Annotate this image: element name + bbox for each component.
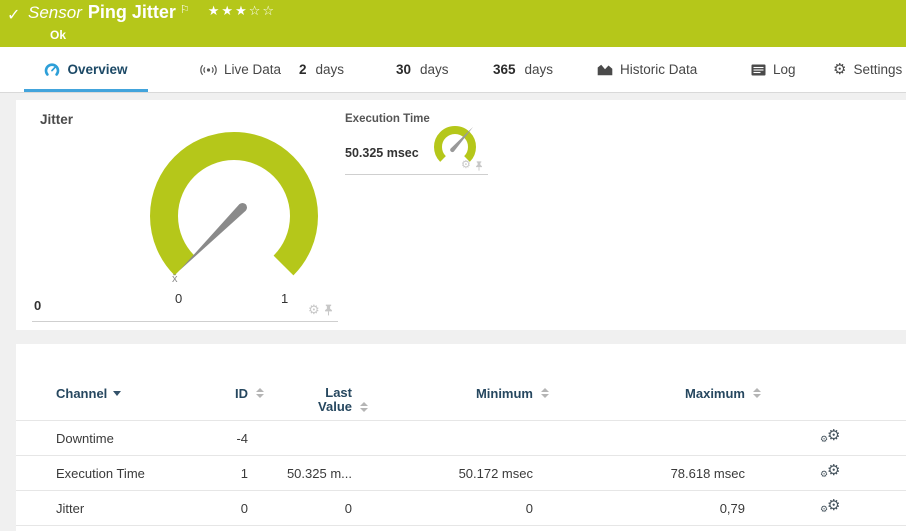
stars-filled: ★★★ [207, 3, 249, 18]
stars-empty: ☆☆ [248, 3, 277, 18]
jitter-current-value: 0 [34, 298, 42, 313]
sensor-title-line: Sensor Ping Jitter ⚐ ★★★☆☆ [28, 2, 276, 23]
live-data-icon [200, 64, 217, 75]
sort-icon[interactable] [753, 388, 761, 398]
historic-chart-icon [597, 64, 613, 76]
tab-live-data-label: Live Data [224, 62, 282, 77]
jitter-gauge-toolbar: ⚙ [308, 303, 333, 316]
priority-stars[interactable]: ★★★☆☆ [208, 3, 276, 18]
tab-365-days-number: 365 [493, 62, 516, 77]
column-header-value-label: Value [318, 399, 352, 414]
column-header-last-value[interactable]: Last Value [248, 344, 368, 414]
tab-log-label: Log [773, 62, 796, 77]
column-header-minimum[interactable]: Minimum [352, 344, 549, 401]
jitter-panel-divider [32, 321, 338, 322]
sort-direction-icon [113, 391, 122, 396]
object-type-label: Sensor [28, 3, 82, 22]
jitter-gauge-title: Jitter [40, 112, 74, 127]
prtg-sensor-page: ✓ Sensor Ping Jitter ⚐ ★★★☆☆ Ok Overview Li… [0, 0, 906, 531]
column-header-maximum-label: Maximum [685, 386, 745, 401]
channel-name: Downtime [56, 430, 114, 446]
tab-2-days[interactable]: 2 days [299, 47, 344, 92]
sensor-status-badge: Ok [50, 28, 67, 42]
channel-last-value: 0 [344, 500, 352, 516]
sensor-header: ✓ Sensor Ping Jitter ⚐ ★★★☆☆ Ok [0, 0, 906, 47]
execution-time-gauge-toolbar: ⚙ [461, 160, 483, 171]
log-icon [751, 64, 766, 75]
channel-id: -4 [236, 430, 248, 446]
column-header-maximum[interactable]: Maximum [533, 344, 761, 401]
execution-time-panel-divider [345, 174, 488, 175]
tab-historic-data[interactable]: Historic Data [597, 47, 697, 92]
table-row-execution-time[interactable]: Execution Time 1 50.325 m... 50.172 msec… [16, 456, 906, 491]
pin-icon[interactable] [475, 160, 483, 171]
flag-icon[interactable]: ⚐ [180, 4, 190, 16]
gauge-scale-max: 1 [281, 291, 289, 306]
channel-id: 1 [240, 465, 248, 481]
execution-time-gauge-title: Execution Time [345, 113, 430, 125]
tab-bar: Overview Live Data 2 days 30 days 365 da… [0, 47, 906, 93]
channel-maximum: 0,79 [719, 500, 745, 516]
channel-last-value: 50.325 m... [286, 465, 352, 481]
channel-table-header-row: Channel ID Last Value Minimum Maximum [16, 344, 906, 421]
column-header-minimum-label: Minimum [475, 386, 533, 401]
pin-icon[interactable] [324, 304, 333, 316]
jitter-gauge [150, 132, 318, 276]
tab-2-days-unit: days [315, 62, 345, 77]
gauges-panel: Jitter x̄ 0 1 0 ⚙ Execution Time 50.325 … [16, 100, 906, 330]
tab-log[interactable]: Log [751, 47, 796, 92]
channel-id: 0 [240, 500, 248, 516]
gauge-scale-min: 0 [175, 291, 183, 306]
gauge-needle [179, 202, 248, 271]
tab-30-days[interactable]: 30 days [396, 47, 449, 92]
tab-settings[interactable]: ⚙ Settings [833, 47, 902, 92]
column-header-id-label: ID [235, 386, 248, 401]
channel-settings-gears-icon[interactable]: ⚙ ⚙ [820, 497, 842, 516]
channel-minimum: 0 [525, 500, 533, 516]
tab-overview[interactable]: Overview [24, 47, 148, 92]
channel-settings-gears-icon[interactable]: ⚙ ⚙ [820, 427, 842, 446]
tab-365-days[interactable]: 365 days [493, 47, 553, 92]
column-header-channel-label: Channel [56, 386, 108, 401]
gauge-settings-gear-icon[interactable]: ⚙ [461, 160, 471, 171]
channel-name: Jitter [56, 500, 85, 516]
column-header-channel[interactable]: Channel [56, 344, 206, 401]
gauge-settings-gear-icon[interactable]: ⚙ [308, 303, 320, 316]
channel-minimum: 50.172 msec [458, 465, 533, 481]
tab-30-days-unit: days [420, 62, 449, 77]
tab-365-days-unit: days [524, 62, 554, 77]
settings-gear-icon: ⚙ [833, 61, 847, 78]
execution-time-current-value: 50.325 msec [345, 146, 419, 160]
tab-overview-label: Overview [67, 62, 128, 77]
channel-maximum: 78.618 msec [670, 465, 745, 481]
sensor-title: Ping Jitter [87, 2, 176, 22]
tab-settings-label: Settings [853, 62, 903, 77]
tab-30-days-number: 30 [396, 62, 412, 77]
channel-settings-gears-icon[interactable]: ⚙ ⚙ [820, 462, 842, 481]
table-row-jitter[interactable]: Jitter 0 0 0 0,79 ⚙ ⚙ [16, 491, 906, 526]
channel-table-panel: Channel ID Last Value Minimum Maximum Do… [16, 344, 906, 531]
gauge-icon [45, 62, 60, 76]
column-header-last-label: Last [325, 385, 352, 400]
column-header-id[interactable]: ID [206, 344, 264, 401]
status-ok-check-icon: ✓ [7, 7, 21, 24]
tab-historic-data-label: Historic Data [620, 62, 698, 77]
tab-live-data[interactable]: Live Data [200, 47, 281, 92]
average-marker: x̄ [172, 273, 178, 285]
channel-name: Execution Time [56, 465, 145, 481]
sort-icon[interactable] [360, 402, 368, 412]
table-row-downtime[interactable]: Downtime -4 ⚙ ⚙ [16, 421, 906, 456]
tab-2-days-number: 2 [299, 62, 307, 77]
